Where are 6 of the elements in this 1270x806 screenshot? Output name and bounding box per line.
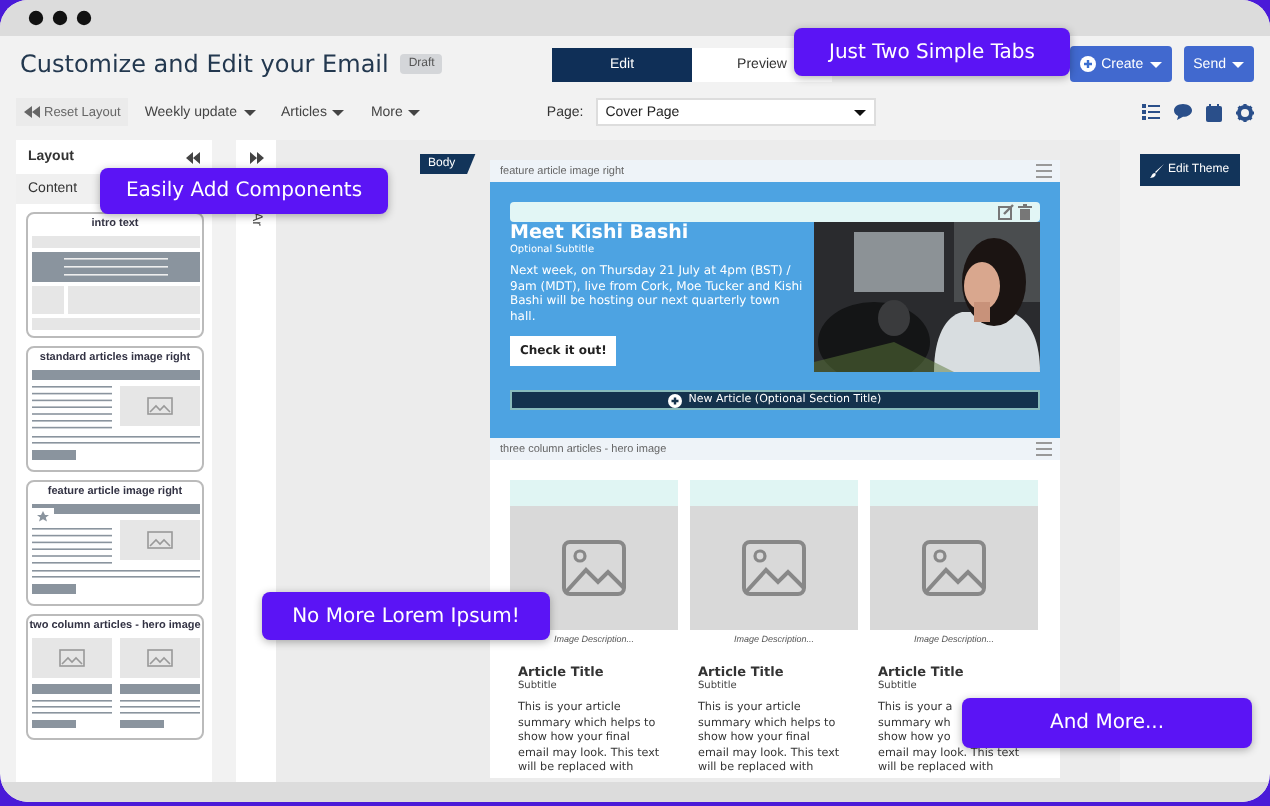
page-title: Customize and Edit your Email [20,50,389,78]
article-title: Meet Kishi Bashi [510,222,691,244]
feature-tooltip: Just Two Simple Tabs [794,28,1070,76]
feature-tooltip: And More... [962,698,1252,748]
feature-tooltip: Easily Add Components [100,168,388,214]
feature-tooltip: No More Lorem Ipsum! [262,592,550,640]
